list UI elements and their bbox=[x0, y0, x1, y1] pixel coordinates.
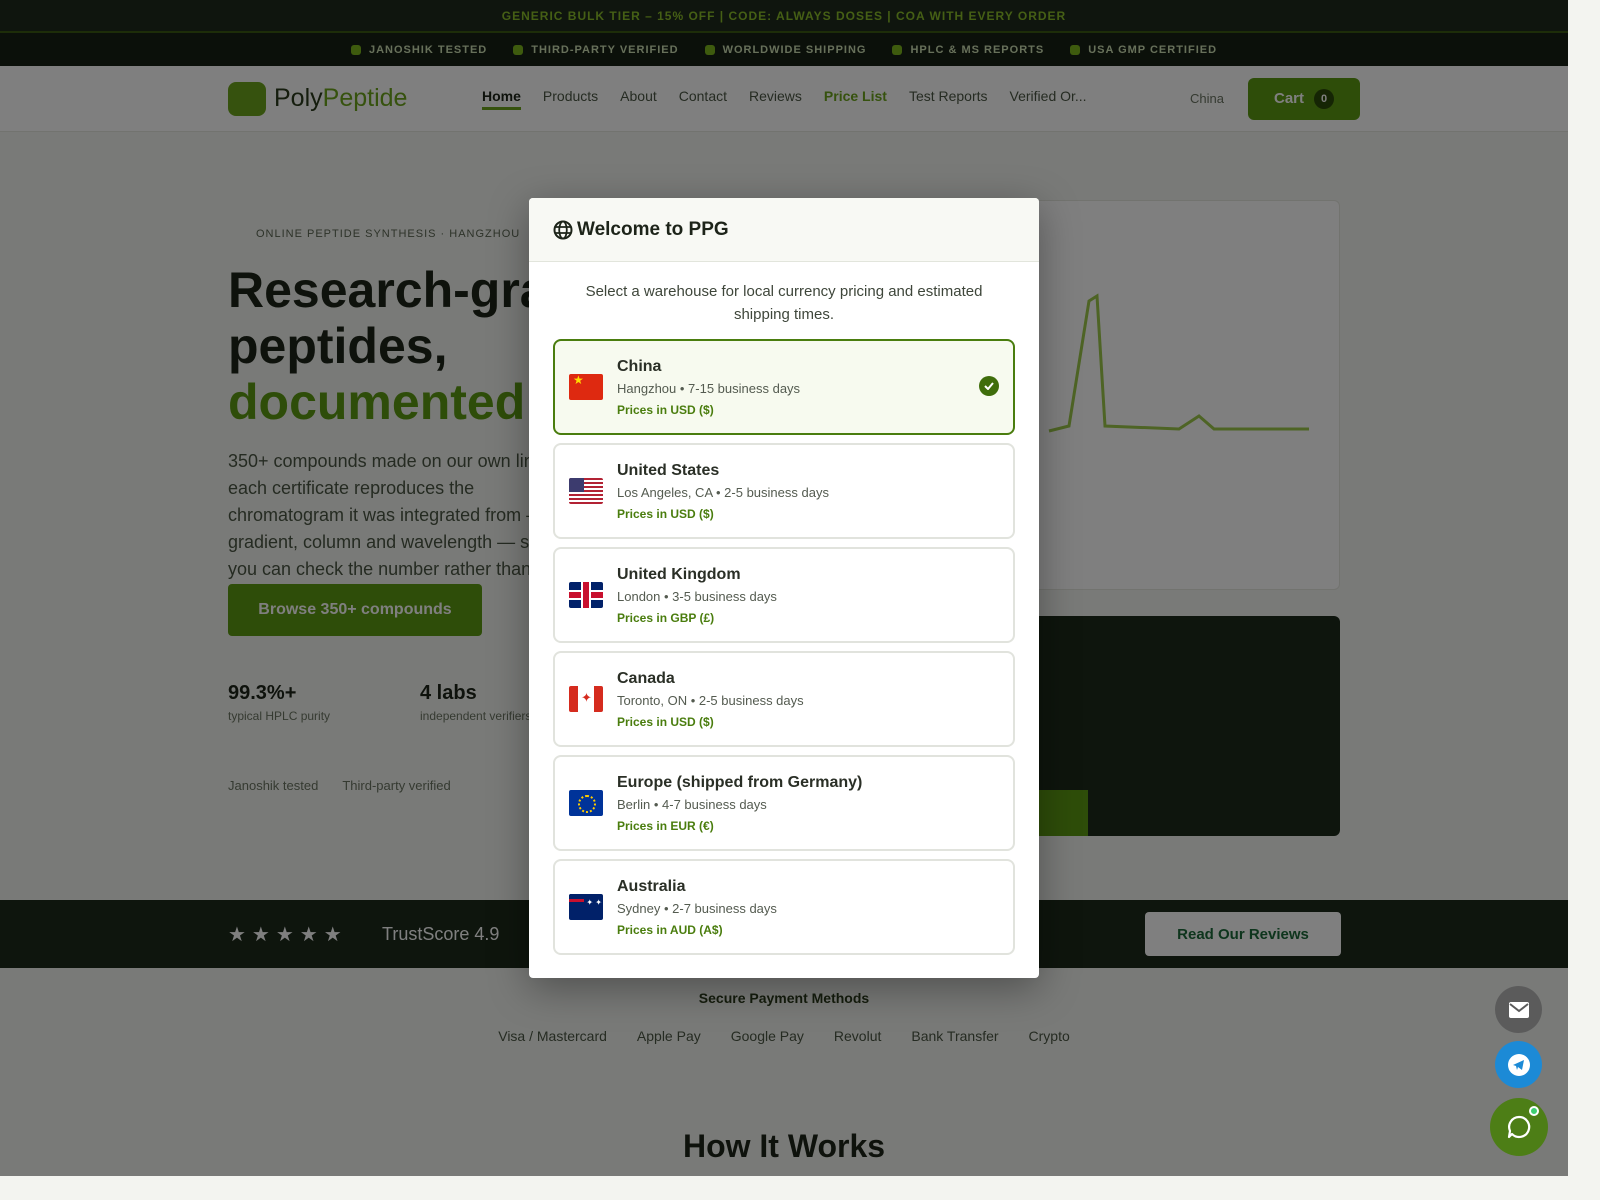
email-contact-button[interactable] bbox=[1495, 986, 1542, 1033]
warehouse-modal: Welcome to PPG Select a warehouse for lo… bbox=[529, 198, 1039, 978]
eu-flag-icon bbox=[569, 790, 603, 816]
modal-title: Welcome to PPG bbox=[577, 218, 729, 240]
chat-bubble-icon bbox=[1507, 1115, 1531, 1139]
online-status-dot bbox=[1529, 1106, 1539, 1116]
uk-flag-icon bbox=[569, 582, 603, 608]
warehouse-location: Los Angeles, CA • 2-5 business days bbox=[617, 484, 829, 500]
warehouse-pricing: Prices in USD ($) bbox=[617, 714, 714, 729]
warehouse-name: Europe (shipped from Germany) bbox=[617, 773, 863, 791]
warehouse-pricing: Prices in USD ($) bbox=[617, 402, 714, 417]
china-flag-icon bbox=[569, 374, 603, 400]
warehouse-options: China Hangzhou • 7-15 business days Pric… bbox=[553, 339, 1015, 963]
warehouse-option-united-states[interactable]: United States Los Angeles, CA • 2-5 busi… bbox=[553, 443, 1015, 539]
us-flag-icon bbox=[569, 478, 603, 504]
warehouse-pricing: Prices in AUD (A$) bbox=[617, 922, 723, 937]
modal-header: Welcome to PPG bbox=[529, 198, 1039, 262]
australia-flag-icon bbox=[569, 894, 603, 920]
telegram-icon bbox=[1507, 1053, 1530, 1076]
globe-icon bbox=[553, 220, 573, 239]
warehouse-option-canada[interactable]: Canada Toronto, ON • 2-5 business days P… bbox=[553, 651, 1015, 747]
warehouse-option-europe[interactable]: Europe (shipped from Germany) Berlin • 4… bbox=[553, 755, 1015, 851]
warehouse-name: China bbox=[617, 357, 662, 375]
warehouse-location: Toronto, ON • 2-5 business days bbox=[617, 692, 804, 708]
warehouse-pricing: Prices in USD ($) bbox=[617, 506, 714, 521]
warehouse-option-australia[interactable]: Australia Sydney • 2-7 business days Pri… bbox=[553, 859, 1015, 955]
warehouse-pricing: Prices in GBP (£) bbox=[617, 610, 715, 625]
telegram-contact-button[interactable] bbox=[1495, 1041, 1542, 1088]
selected-check-icon bbox=[979, 376, 999, 396]
warehouse-option-united-kingdom[interactable]: United Kingdom London • 3-5 business day… bbox=[553, 547, 1015, 643]
warehouse-pricing: Prices in EUR (€) bbox=[617, 818, 714, 833]
warehouse-name: Canada bbox=[617, 669, 675, 687]
warehouse-location: London • 3-5 business days bbox=[617, 588, 777, 604]
warehouse-name: Australia bbox=[617, 877, 686, 895]
warehouse-location: Berlin • 4-7 business days bbox=[617, 796, 767, 812]
live-chat-button[interactable] bbox=[1490, 1098, 1548, 1156]
mail-icon bbox=[1508, 1001, 1529, 1018]
warehouse-location: Hangzhou • 7-15 business days bbox=[617, 380, 801, 396]
modal-subtitle: Select a warehouse for local currency pr… bbox=[585, 283, 983, 323]
canada-flag-icon bbox=[569, 686, 603, 712]
warehouse-name: United Kingdom bbox=[617, 565, 741, 583]
warehouse-name: United States bbox=[617, 461, 720, 479]
warehouse-option-china[interactable]: China Hangzhou • 7-15 business days Pric… bbox=[553, 339, 1015, 435]
warehouse-location: Sydney • 2-7 business days bbox=[617, 900, 777, 916]
